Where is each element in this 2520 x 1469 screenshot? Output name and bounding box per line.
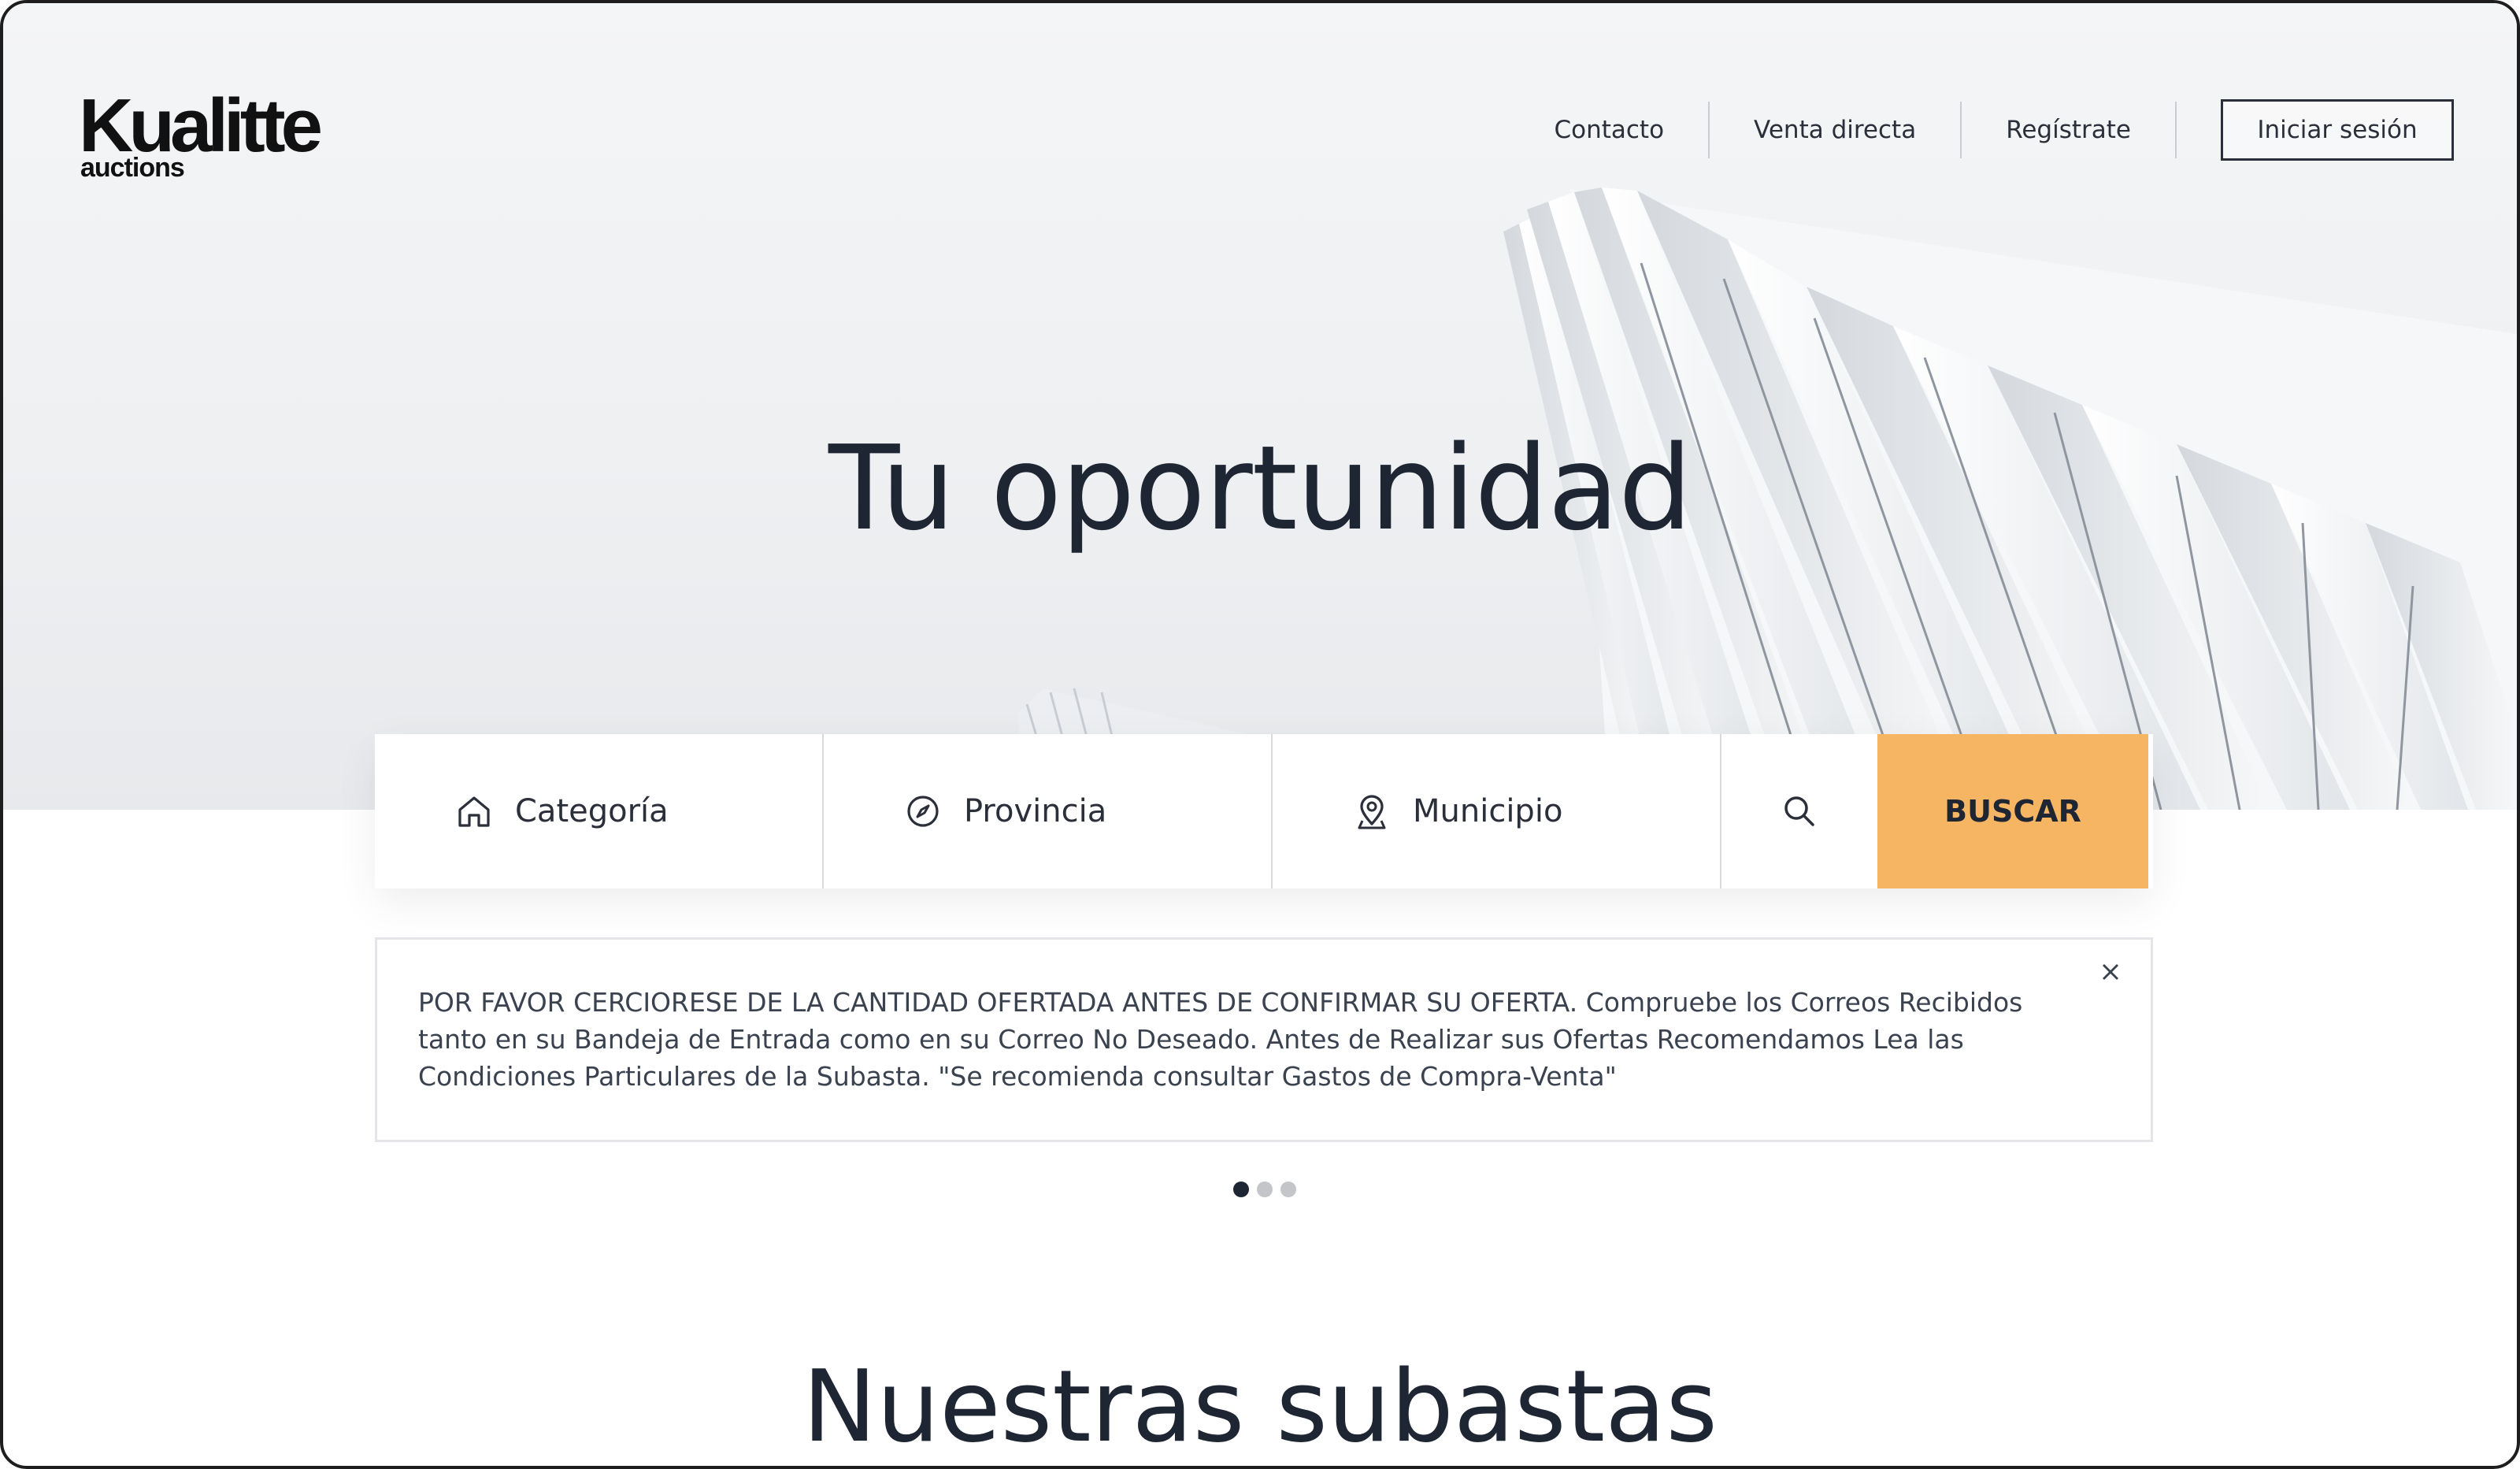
buscar-button[interactable]: BUSCAR [1877,734,2148,888]
carousel-dot-3[interactable] [1280,1182,1296,1197]
close-icon[interactable] [2097,959,2124,985]
search-bar: Categoría Provincia Municipio BUSCAR [375,734,2153,888]
province-label: Provincia [964,793,1107,829]
carousel-dot-2[interactable] [1257,1182,1273,1197]
search-icon [1784,796,1814,826]
carousel-dot-1[interactable] [1233,1182,1249,1197]
carousel-dots [1233,1182,1304,1197]
municipality-select[interactable]: Municipio [1273,734,1721,888]
nav-link-registrate[interactable]: Regístrate [1962,102,2177,158]
category-select[interactable]: Categoría [375,734,824,888]
login-button[interactable]: Iniciar sesión [2221,99,2454,161]
logo-subtitle: auctions [80,153,185,183]
top-navigation: Contacto Venta directa Regístrate Inicia… [1510,99,2454,161]
map-pin-icon [1358,795,1386,829]
home-icon [458,796,490,827]
nav-link-venta-directa[interactable]: Venta directa [1710,102,1962,158]
nav-link-contacto[interactable]: Contacto [1510,102,1710,158]
section-title: Nuestras subastas [802,1348,1718,1464]
category-label: Categoría [515,793,669,829]
province-select[interactable]: Provincia [824,734,1273,888]
notice-banner: POR FAVOR CERCIORESE DE LA CANTIDAD OFER… [375,937,2153,1142]
kualitte-logo[interactable]: Kualitte auctions [79,88,331,184]
hero-section: Kualitte auctions Contacto Venta directa… [3,3,2517,810]
hero-title: Tu oportunidad [828,421,1692,556]
municipality-label: Municipio [1413,793,1563,829]
notice-text: POR FAVOR CERCIORESE DE LA CANTIDAD OFER… [418,987,2023,1092]
search-icon-button[interactable] [1721,734,1877,888]
browser-frame: Kualitte auctions Contacto Venta directa… [0,0,2520,1469]
compass-icon [907,796,939,827]
